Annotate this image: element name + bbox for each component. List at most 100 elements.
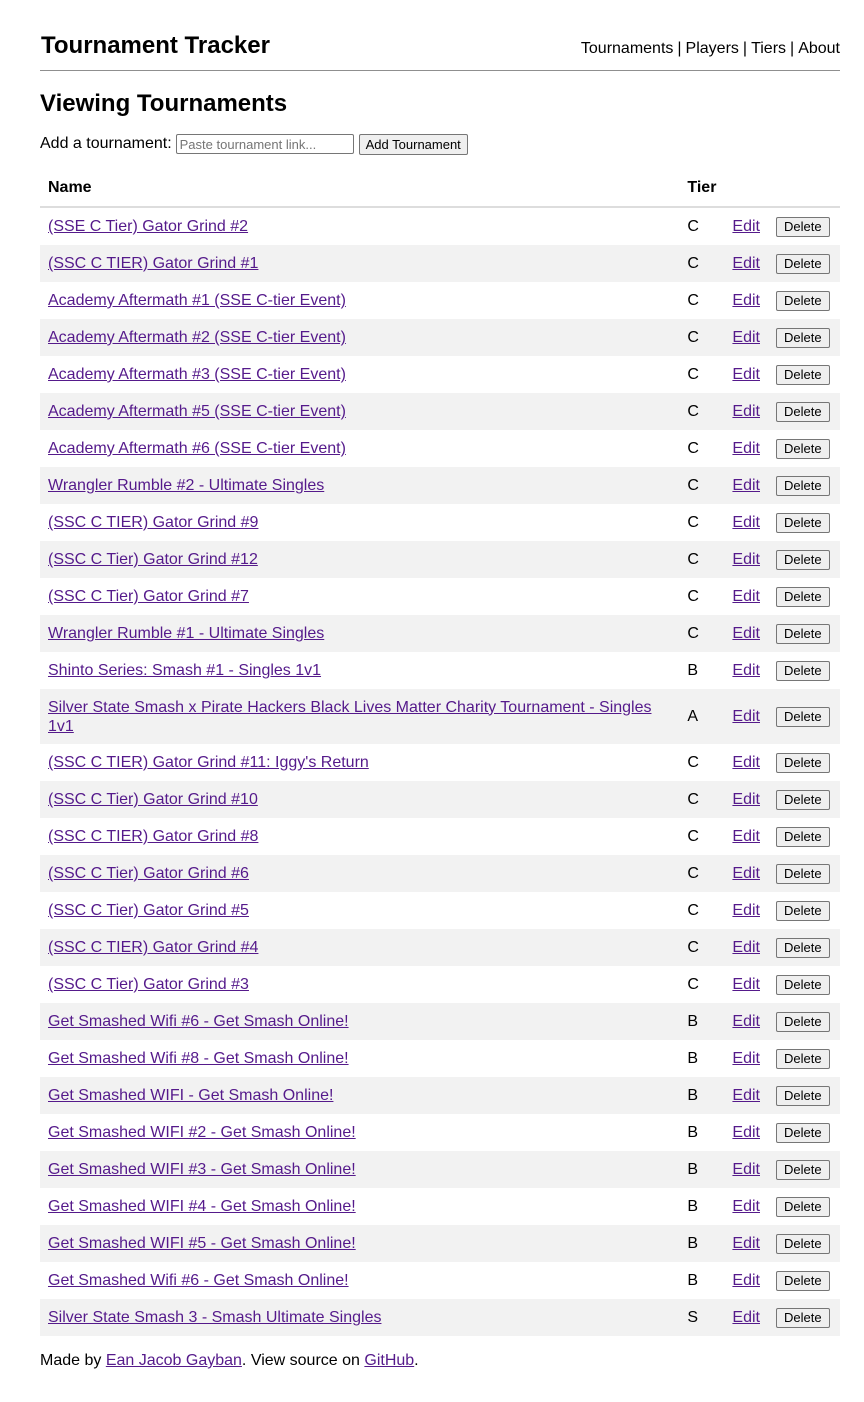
edit-link[interactable]: Edit xyxy=(732,255,760,272)
delete-button[interactable]: Delete xyxy=(776,401,830,422)
tournament-link[interactable]: Academy Aftermath #5 (SSE C-tier Event) xyxy=(48,403,346,420)
edit-link[interactable]: Edit xyxy=(732,828,760,845)
delete-button[interactable]: Delete xyxy=(776,475,830,496)
github-link[interactable]: GitHub xyxy=(364,1352,414,1369)
tournament-link[interactable]: Get Smashed WIFI #2 - Get Smash Online! xyxy=(48,1124,356,1141)
delete-button[interactable]: Delete xyxy=(776,216,830,237)
edit-link[interactable]: Edit xyxy=(732,366,760,383)
nav-players[interactable]: Players xyxy=(686,40,739,57)
tournament-name-cell: Academy Aftermath #6 (SSE C-tier Event) xyxy=(40,430,679,467)
tournament-link[interactable]: Academy Aftermath #1 (SSE C-tier Event) xyxy=(48,292,346,309)
edit-link[interactable]: Edit xyxy=(732,1087,760,1104)
nav-tournaments[interactable]: Tournaments xyxy=(581,40,674,57)
edit-link[interactable]: Edit xyxy=(732,1272,760,1289)
delete-button[interactable]: Delete xyxy=(776,1048,830,1069)
tournament-link[interactable]: (SSC C TIER) Gator Grind #8 xyxy=(48,828,258,845)
edit-link[interactable]: Edit xyxy=(732,218,760,235)
tournament-link[interactable]: (SSC C Tier) Gator Grind #5 xyxy=(48,902,249,919)
tournament-link[interactable]: Get Smashed WIFI #3 - Get Smash Online! xyxy=(48,1161,356,1178)
nav-tiers[interactable]: Tiers xyxy=(751,40,786,57)
author-link[interactable]: Ean Jacob Gayban xyxy=(106,1352,242,1369)
delete-button[interactable]: Delete xyxy=(776,789,830,810)
edit-link[interactable]: Edit xyxy=(732,551,760,568)
edit-link[interactable]: Edit xyxy=(732,902,760,919)
edit-link[interactable]: Edit xyxy=(732,1198,760,1215)
tournament-link[interactable]: Academy Aftermath #2 (SSE C-tier Event) xyxy=(48,329,346,346)
delete-button[interactable]: Delete xyxy=(776,1270,830,1291)
delete-button[interactable]: Delete xyxy=(776,364,830,385)
tournament-link[interactable]: Get Smashed WIFI #4 - Get Smash Online! xyxy=(48,1198,356,1215)
tournament-link[interactable]: (SSC C TIER) Gator Grind #4 xyxy=(48,939,258,956)
tournament-link[interactable]: Shinto Series: Smash #1 - Singles 1v1 xyxy=(48,662,321,679)
delete-button[interactable]: Delete xyxy=(776,290,830,311)
edit-link[interactable]: Edit xyxy=(732,1161,760,1178)
edit-link[interactable]: Edit xyxy=(732,292,760,309)
edit-link[interactable]: Edit xyxy=(732,754,760,771)
tournament-link[interactable]: (SSC C Tier) Gator Grind #10 xyxy=(48,791,258,808)
edit-link[interactable]: Edit xyxy=(732,440,760,457)
delete-button[interactable]: Delete xyxy=(776,1011,830,1032)
edit-link[interactable]: Edit xyxy=(732,791,760,808)
delete-button[interactable]: Delete xyxy=(776,863,830,884)
edit-link[interactable]: Edit xyxy=(732,939,760,956)
edit-link[interactable]: Edit xyxy=(732,1235,760,1252)
tournament-link[interactable]: Academy Aftermath #3 (SSE C-tier Event) xyxy=(48,366,346,383)
edit-link[interactable]: Edit xyxy=(732,1050,760,1067)
edit-link[interactable]: Edit xyxy=(732,1309,760,1326)
tournament-link[interactable]: (SSC C Tier) Gator Grind #6 xyxy=(48,865,249,882)
delete-button[interactable]: Delete xyxy=(776,937,830,958)
tournament-link[interactable]: Wrangler Rumble #2 - Ultimate Singles xyxy=(48,477,324,494)
edit-link[interactable]: Edit xyxy=(732,329,760,346)
delete-button[interactable]: Delete xyxy=(776,1085,830,1106)
delete-button[interactable]: Delete xyxy=(776,1233,830,1254)
edit-link[interactable]: Edit xyxy=(732,976,760,993)
edit-link[interactable]: Edit xyxy=(732,403,760,420)
edit-link[interactable]: Edit xyxy=(732,865,760,882)
tournament-link[interactable]: (SSC C Tier) Gator Grind #3 xyxy=(48,976,249,993)
delete-button[interactable]: Delete xyxy=(776,1122,830,1143)
tournament-link[interactable]: (SSC C TIER) Gator Grind #9 xyxy=(48,514,258,531)
delete-button[interactable]: Delete xyxy=(776,549,830,570)
edit-link[interactable]: Edit xyxy=(732,588,760,605)
tournament-link[interactable]: Silver State Smash 3 - Smash Ultimate Si… xyxy=(48,1309,381,1326)
delete-button[interactable]: Delete xyxy=(776,253,830,274)
tournament-link[interactable]: Get Smashed Wifi #8 - Get Smash Online! xyxy=(48,1050,349,1067)
tournament-link[interactable]: Get Smashed WIFI #5 - Get Smash Online! xyxy=(48,1235,356,1252)
edit-link[interactable]: Edit xyxy=(732,662,760,679)
delete-button[interactable]: Delete xyxy=(776,623,830,644)
tournament-link[interactable]: Academy Aftermath #6 (SSE C-tier Event) xyxy=(48,440,346,457)
add-tournament-button[interactable]: Add Tournament xyxy=(358,133,468,155)
tournament-link[interactable]: Wrangler Rumble #1 - Ultimate Singles xyxy=(48,625,324,642)
edit-cell: Edit xyxy=(724,393,768,430)
delete-button[interactable]: Delete xyxy=(776,1307,830,1328)
delete-button[interactable]: Delete xyxy=(776,1196,830,1217)
tournament-link[interactable]: (SSC C Tier) Gator Grind #12 xyxy=(48,551,258,568)
tournament-link[interactable]: Silver State Smash x Pirate Hackers Blac… xyxy=(48,699,652,735)
edit-link[interactable]: Edit xyxy=(732,1013,760,1030)
tournament-link[interactable]: (SSE C Tier) Gator Grind #2 xyxy=(48,218,248,235)
delete-button[interactable]: Delete xyxy=(776,752,830,773)
edit-link[interactable]: Edit xyxy=(732,514,760,531)
delete-button[interactable]: Delete xyxy=(776,660,830,681)
delete-button[interactable]: Delete xyxy=(776,826,830,847)
edit-link[interactable]: Edit xyxy=(732,625,760,642)
delete-button[interactable]: Delete xyxy=(776,706,830,727)
tournament-link[interactable]: (SSC C TIER) Gator Grind #11: Iggy's Ret… xyxy=(48,754,369,771)
tournament-link-input[interactable] xyxy=(175,134,354,154)
delete-button[interactable]: Delete xyxy=(776,438,830,459)
delete-button[interactable]: Delete xyxy=(776,974,830,995)
tournament-link[interactable]: Get Smashed WIFI - Get Smash Online! xyxy=(48,1087,333,1104)
tournament-link[interactable]: (SSC C TIER) Gator Grind #1 xyxy=(48,255,258,272)
tournament-link[interactable]: Get Smashed Wifi #6 - Get Smash Online! xyxy=(48,1013,349,1030)
edit-link[interactable]: Edit xyxy=(732,708,760,725)
edit-link[interactable]: Edit xyxy=(732,1124,760,1141)
tournament-link[interactable]: Get Smashed Wifi #6 - Get Smash Online! xyxy=(48,1272,349,1289)
delete-button[interactable]: Delete xyxy=(776,900,830,921)
delete-button[interactable]: Delete xyxy=(776,586,830,607)
delete-button[interactable]: Delete xyxy=(776,512,830,533)
tournament-link[interactable]: (SSC C Tier) Gator Grind #7 xyxy=(48,588,249,605)
delete-button[interactable]: Delete xyxy=(776,1159,830,1180)
delete-button[interactable]: Delete xyxy=(776,327,830,348)
nav-about[interactable]: About xyxy=(798,40,840,57)
edit-link[interactable]: Edit xyxy=(732,477,760,494)
